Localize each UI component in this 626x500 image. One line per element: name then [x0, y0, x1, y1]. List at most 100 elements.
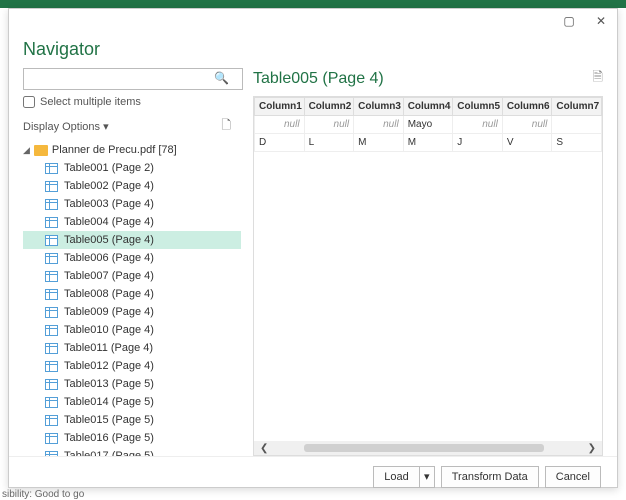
- tree-table-node[interactable]: Table010 (Page 4): [23, 321, 241, 339]
- tree-item-label: Table011 (Page 4): [64, 342, 153, 354]
- chevron-down-icon: ▾: [103, 121, 109, 133]
- load-button[interactable]: Load: [373, 466, 418, 488]
- tree-view[interactable]: ◢ Planner de Precu.pdf [78] Table001 (Pa…: [23, 141, 241, 456]
- tree-table-node[interactable]: Table002 (Page 4): [23, 177, 241, 195]
- column-header[interactable]: Column3: [354, 98, 404, 116]
- table-icon: [45, 217, 58, 228]
- preview-grid: Column1Column2Column3Column4Column5Colum…: [254, 97, 602, 152]
- tree-item-label: Table009 (Page 4): [64, 306, 154, 318]
- table-cell: L: [304, 134, 354, 152]
- table-cell: D: [255, 134, 305, 152]
- tree-item-label: Table007 (Page 4): [64, 270, 154, 282]
- preview-pane: Table005 (Page 4) 🗎 Column1Column2Column…: [247, 68, 617, 456]
- tree-table-node[interactable]: Table012 (Page 4): [23, 357, 241, 375]
- table-icon: [45, 163, 58, 174]
- table-icon: [45, 451, 58, 457]
- tree-item-label: Table016 (Page 5): [64, 432, 154, 444]
- tree-table-node[interactable]: Table013 (Page 5): [23, 375, 241, 393]
- tree-root-node[interactable]: ◢ Planner de Precu.pdf [78]: [23, 141, 241, 159]
- tree-table-node[interactable]: Table007 (Page 4): [23, 267, 241, 285]
- column-header[interactable]: Column7: [552, 98, 602, 116]
- table-cell: M: [403, 134, 453, 152]
- table-row[interactable]: nullnullnullMayonullnull: [255, 116, 602, 134]
- tree-root-label: Planner de Precu.pdf [78]: [52, 144, 177, 156]
- table-icon: [45, 289, 58, 300]
- tree-table-node[interactable]: Table003 (Page 4): [23, 195, 241, 213]
- dialog-title: Navigator: [9, 33, 617, 68]
- transform-data-button[interactable]: Transform Data: [441, 466, 539, 488]
- column-header[interactable]: Column1: [255, 98, 305, 116]
- scroll-thumb[interactable]: [304, 444, 544, 452]
- column-header[interactable]: Column2: [304, 98, 354, 116]
- dialog-footer: Load ▾ Transform Data Cancel: [9, 456, 617, 496]
- tree-item-label: Table004 (Page 4): [64, 216, 154, 228]
- navigator-dialog: ▢ ✕ Navigator 🔍 Select multiple items Di…: [8, 8, 618, 488]
- tree-table-node[interactable]: Table009 (Page 4): [23, 303, 241, 321]
- display-options-dropdown[interactable]: Display Options ▾: [23, 120, 109, 133]
- tree-table-node[interactable]: Table006 (Page 4): [23, 249, 241, 267]
- table-icon: [45, 271, 58, 282]
- tree-table-node[interactable]: Table008 (Page 4): [23, 285, 241, 303]
- table-cell: null: [354, 116, 404, 134]
- column-header[interactable]: Column5: [453, 98, 503, 116]
- maximize-button[interactable]: ▢: [557, 12, 581, 30]
- close-button[interactable]: ✕: [589, 12, 613, 30]
- scroll-right-arrow[interactable]: ❯: [584, 443, 600, 454]
- tree-table-node[interactable]: Table004 (Page 4): [23, 213, 241, 231]
- select-multiple-label: Select multiple items: [40, 96, 141, 108]
- folder-icon: [34, 145, 48, 156]
- select-multiple-checkbox-row[interactable]: Select multiple items: [23, 96, 241, 108]
- tree-item-label: Table003 (Page 4): [64, 198, 154, 210]
- table-cell: [552, 116, 602, 134]
- table-icon: [45, 433, 58, 444]
- tree-table-node[interactable]: Table011 (Page 4): [23, 339, 241, 357]
- table-cell: V: [502, 134, 552, 152]
- tree-item-label: Table001 (Page 2): [64, 162, 154, 174]
- tree-item-label: Table002 (Page 4): [64, 180, 154, 192]
- tree-table-node[interactable]: Table014 (Page 5): [23, 393, 241, 411]
- table-icon: [45, 181, 58, 192]
- tree-item-label: Table006 (Page 4): [64, 252, 154, 264]
- table-icon: [45, 415, 58, 426]
- copy-icon[interactable]: 🗎: [593, 68, 603, 90]
- tree-table-node[interactable]: Table016 (Page 5): [23, 429, 241, 447]
- table-icon: [45, 379, 58, 390]
- tree-item-label: Table014 (Page 5): [64, 396, 154, 408]
- table-icon: [45, 361, 58, 372]
- tree-item-label: Table008 (Page 4): [64, 288, 154, 300]
- table-cell: S: [552, 134, 602, 152]
- tree-table-node[interactable]: Table017 (Page 5): [23, 447, 241, 456]
- status-bar: sibility: Good to go: [0, 489, 84, 500]
- app-ribbon-strip: [0, 0, 626, 8]
- tree-item-label: Table017 (Page 5): [64, 450, 154, 456]
- horizontal-scrollbar[interactable]: ❮ ❯: [254, 441, 602, 455]
- table-icon: [45, 307, 58, 318]
- dialog-titlebar: ▢ ✕: [9, 9, 617, 33]
- tree-table-node[interactable]: Table005 (Page 4): [23, 231, 241, 249]
- tree-table-node[interactable]: Table001 (Page 2): [23, 159, 241, 177]
- scroll-left-arrow[interactable]: ❮: [256, 443, 272, 454]
- tree-item-label: Table005 (Page 4): [64, 234, 154, 246]
- tree-item-label: Table010 (Page 4): [64, 324, 154, 336]
- table-icon: [45, 235, 58, 246]
- column-header[interactable]: Column6: [502, 98, 552, 116]
- tree-table-node[interactable]: Table015 (Page 5): [23, 411, 241, 429]
- cancel-button[interactable]: Cancel: [545, 466, 601, 488]
- table-cell: null: [304, 116, 354, 134]
- column-header[interactable]: Column4: [403, 98, 453, 116]
- refresh-icon[interactable]: 🗋: [221, 116, 231, 137]
- table-cell: J: [453, 134, 503, 152]
- table-cell: null: [255, 116, 305, 134]
- tree-item-label: Table015 (Page 5): [64, 414, 154, 426]
- caret-down-icon: ◢: [23, 145, 30, 156]
- table-row[interactable]: DLMMJVS: [255, 134, 602, 152]
- left-pane: 🔍 Select multiple items Display Options …: [9, 68, 247, 456]
- load-dropdown-button[interactable]: ▾: [419, 466, 435, 488]
- search-input[interactable]: [23, 68, 243, 90]
- select-multiple-checkbox[interactable]: [23, 96, 35, 108]
- table-icon: [45, 397, 58, 408]
- table-icon: [45, 253, 58, 264]
- table-cell: M: [354, 134, 404, 152]
- table-icon: [45, 325, 58, 336]
- preview-grid-wrap: Column1Column2Column3Column4Column5Colum…: [253, 96, 603, 456]
